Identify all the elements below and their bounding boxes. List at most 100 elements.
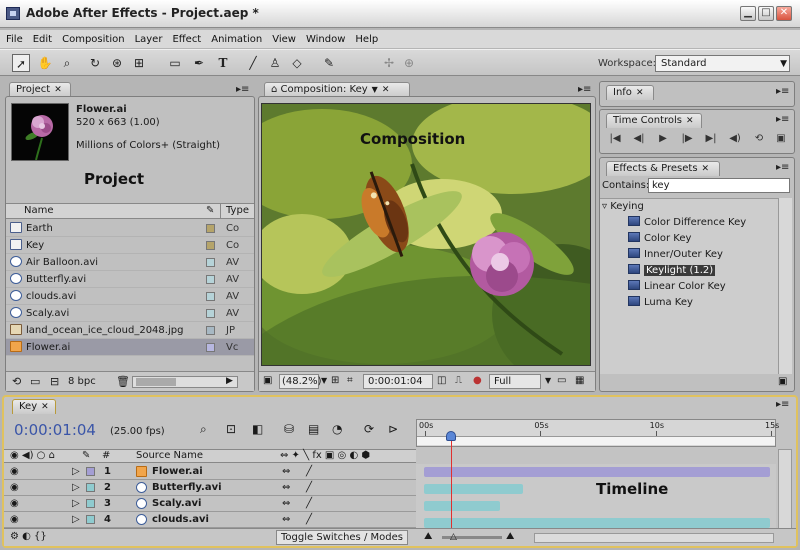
menu-edit[interactable]: Edit <box>33 34 52 45</box>
current-time-indicator[interactable] <box>445 431 456 441</box>
effects-search-input[interactable]: key <box>648 178 790 193</box>
label-color-swatch[interactable] <box>206 326 215 335</box>
pen-tool-icon[interactable]: ✒ <box>190 54 208 72</box>
tab-project[interactable]: Project ✕ <box>9 82 71 97</box>
live-update-icon[interactable]: ⊡ <box>226 422 236 436</box>
hide-shy-layers-icon[interactable]: ⛁ <box>284 422 294 436</box>
layer-row[interactable]: ◉ ▷ 4 clouds.avi ⇔ ╱ <box>4 512 416 528</box>
show-snapshot-icon[interactable]: ⎍ <box>455 375 462 386</box>
layer-duration-bar[interactable] <box>424 518 770 528</box>
collapse-switch-icon[interactable]: ⇔ <box>282 480 290 496</box>
layer-label-swatch[interactable] <box>86 515 95 524</box>
chevron-down-icon[interactable]: ▼ <box>321 376 327 385</box>
scroll-thumb[interactable] <box>136 378 176 386</box>
project-file-row[interactable]: land_ocean_ice_cloud_2048.jpg JP <box>6 322 254 339</box>
label-color-swatch[interactable] <box>206 224 215 233</box>
label-color-swatch[interactable] <box>206 309 215 318</box>
minimize-button[interactable]: ▁ <box>740 6 756 21</box>
first-frame-icon[interactable]: |◀ <box>606 132 624 146</box>
layer-duration-bar[interactable] <box>424 501 501 511</box>
eraser-tool-icon[interactable]: ◇ <box>288 54 306 72</box>
tab-composition[interactable]: ⌂ Composition: Key ▼ ✕ <box>264 82 410 97</box>
visibility-eye-icon[interactable]: ◉ <box>10 480 19 496</box>
close-icon[interactable]: ✕ <box>636 88 644 98</box>
resolution-select[interactable]: Full <box>489 374 541 389</box>
close-icon[interactable]: ✕ <box>41 402 49 412</box>
collapse-switch-icon[interactable]: ⇔ <box>282 464 290 480</box>
audio-icon[interactable]: ◀) <box>726 132 744 146</box>
frame-blending-icon[interactable]: ▤ <box>308 422 319 436</box>
tab-timeline-key[interactable]: Key ✕ <box>12 399 56 414</box>
brush-tool-icon[interactable]: ╱ <box>244 54 262 72</box>
next-frame-icon[interactable]: |▶ <box>678 132 696 146</box>
label-color-swatch[interactable] <box>206 241 215 250</box>
channel-icon[interactable]: ● <box>473 375 482 386</box>
timeline-timecode[interactable]: 0:00:01:04 <box>14 421 96 439</box>
new-folder-icon[interactable]: ▭ <box>30 375 40 388</box>
composition-viewer[interactable]: Composition <box>261 103 591 366</box>
pan-behind-tool-icon[interactable]: ⊞ <box>130 54 148 72</box>
chevron-down-icon[interactable]: ▿ <box>602 201 610 212</box>
brainstorm-icon[interactable]: ⊳ <box>388 422 398 436</box>
close-icon[interactable]: ✕ <box>686 116 694 126</box>
world-axis-icon[interactable]: ⊕ <box>400 54 418 72</box>
play-icon[interactable]: ▶ <box>654 132 672 146</box>
project-file-row[interactable]: Key Co <box>6 237 254 254</box>
layer-row[interactable]: ◉ ▷ 1 Flower.ai ⇔ ╱ <box>4 464 416 480</box>
work-area-bar[interactable] <box>417 436 775 445</box>
always-preview-icon[interactable]: ▣ <box>263 375 272 386</box>
visibility-eye-icon[interactable]: ◉ <box>10 464 19 480</box>
effect-item[interactable]: Linear Color Key <box>600 279 778 295</box>
label-color-swatch[interactable] <box>206 292 215 301</box>
ram-preview-icon[interactable]: ▣ <box>772 132 790 146</box>
label-color-swatch[interactable] <box>206 258 215 267</box>
layer-duration-bar[interactable] <box>424 484 524 494</box>
graph-editor-icon[interactable]: ⟳ <box>364 422 374 436</box>
project-file-row[interactable]: Scaly.avi AV <box>6 305 254 322</box>
last-frame-icon[interactable]: ▶| <box>702 132 720 146</box>
title-safe-icon[interactable]: ⊞ <box>331 375 339 386</box>
scroll-right-icon[interactable]: ▶ <box>226 376 233 386</box>
visibility-eye-icon[interactable]: ◉ <box>10 512 19 528</box>
draft-3d-icon[interactable]: ◧ <box>252 422 263 436</box>
column-name[interactable]: Name <box>24 204 54 218</box>
effects-scrollbar[interactable] <box>778 198 792 374</box>
layer-label-swatch[interactable] <box>86 483 95 492</box>
keying-category[interactable]: ▿ Keying <box>600 199 778 215</box>
tab-effects-presets[interactable]: Effects & Presets ✕ <box>606 161 720 176</box>
timeline-horizontal-scrollbar[interactable] <box>534 533 774 543</box>
lock-icon[interactable]: ⌂ <box>271 84 281 95</box>
close-icon[interactable]: ✕ <box>702 164 710 174</box>
maximize-button[interactable]: □ <box>758 6 774 21</box>
label-column-icon[interactable]: ✎ <box>206 204 214 218</box>
layer-row[interactable]: ◉ ▷ 3 Scaly.avi ⇔ ╱ <box>4 496 416 512</box>
rectangle-mask-tool-icon[interactable]: ▭ <box>166 54 184 72</box>
workspace-select[interactable]: Standard ▼ <box>655 55 790 72</box>
layer-duration-bar[interactable] <box>424 467 770 477</box>
project-file-row[interactable]: clouds.avi AV <box>6 288 254 305</box>
menu-composition[interactable]: Composition <box>62 34 124 45</box>
mask-visibility-icon[interactable]: ⌗ <box>347 375 353 386</box>
label-column-icon[interactable]: ✎ <box>82 450 90 462</box>
collapse-switch-icon[interactable]: ⇔ <box>282 512 290 528</box>
column-number[interactable]: # <box>102 450 110 462</box>
effect-item[interactable]: Inner/Outer Key <box>600 247 778 263</box>
panel-menu-icon[interactable]: ▸≡ <box>776 162 789 173</box>
expand-triangle-icon[interactable]: ▷ <box>72 512 80 528</box>
effect-item[interactable]: Luma Key <box>600 295 778 311</box>
chevron-down-icon[interactable]: ▼ <box>372 85 378 94</box>
quality-switch-icon[interactable]: ╱ <box>306 480 312 496</box>
motion-blur-icon[interactable]: ◔ <box>332 422 342 436</box>
collapse-switch-icon[interactable]: ⇔ <box>282 496 290 512</box>
layer-row[interactable]: ◉ ▷ 2 Butterfly.avi ⇔ ╱ <box>4 480 416 496</box>
visibility-eye-icon[interactable]: ◉ <box>10 496 19 512</box>
rotation-tool-icon[interactable]: ↻ <box>86 54 104 72</box>
loop-icon[interactable]: ⟲ <box>750 132 768 146</box>
expand-switches-icon[interactable]: ⚙ ◐ {} <box>10 531 47 542</box>
timeline-scrollbar[interactable] <box>778 449 792 529</box>
panel-menu-icon[interactable]: ▸≡ <box>578 84 591 95</box>
tab-info[interactable]: Info ✕ <box>606 85 654 100</box>
clone-stamp-tool-icon[interactable]: ♙ <box>266 54 284 72</box>
region-of-interest-icon[interactable]: ▭ <box>557 375 566 386</box>
new-composition-icon[interactable]: ⊟ <box>50 375 59 388</box>
